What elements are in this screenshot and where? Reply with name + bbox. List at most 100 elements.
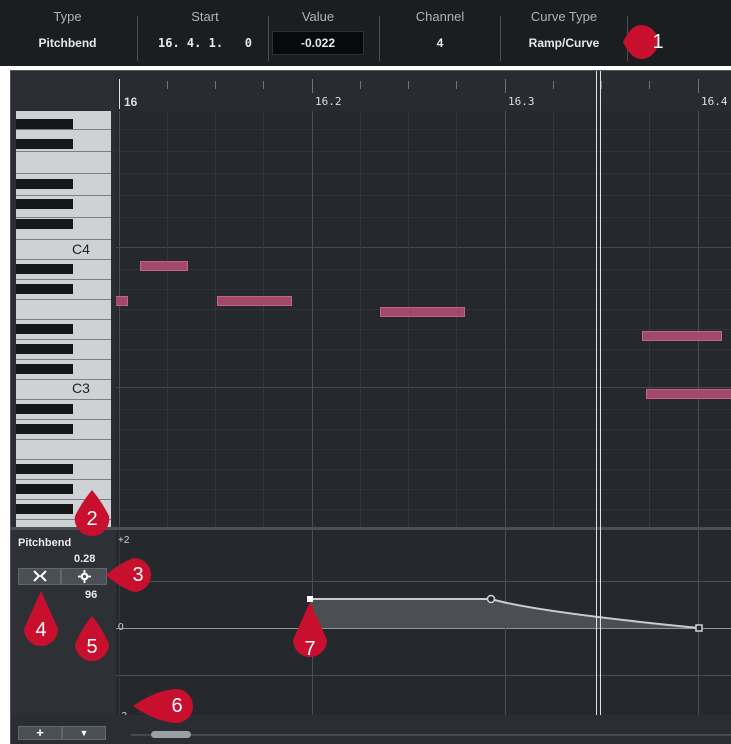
callout-6: 6 xyxy=(131,686,194,732)
white-key-border xyxy=(16,459,111,460)
grid-row-line xyxy=(116,195,731,196)
grid-column-line xyxy=(456,111,457,527)
white-key-border xyxy=(16,319,111,320)
grid-octave-line xyxy=(116,387,731,388)
callout-number: 4 xyxy=(35,619,47,641)
piano-keyboard[interactable]: C4 C3 xyxy=(16,111,111,541)
white-key-border xyxy=(16,259,111,260)
ruler-label-bar: 16 xyxy=(124,95,138,109)
grid-row-line xyxy=(116,469,731,470)
midi-note[interactable] xyxy=(642,331,722,341)
note-display[interactable] xyxy=(116,111,731,527)
white-key-border xyxy=(16,151,111,152)
black-key[interactable] xyxy=(16,119,73,129)
black-key[interactable] xyxy=(16,179,73,189)
ruler-tick xyxy=(456,81,457,89)
curve-handle[interactable] xyxy=(486,594,496,604)
midi-note[interactable] xyxy=(646,389,731,399)
controller-value: 0.28 xyxy=(74,553,96,565)
info-curve-type-value[interactable]: Ramp/Curve xyxy=(502,36,626,50)
collapse-arrows-icon[interactable] xyxy=(18,568,61,585)
info-curve-type-label: Curve Type xyxy=(530,9,598,24)
grid-row-line xyxy=(116,151,731,152)
grid-column-line xyxy=(505,111,506,527)
info-separator xyxy=(137,16,138,61)
info-curve-type: Curve Type Ramp/Curve xyxy=(502,0,626,66)
callout-number: 6 xyxy=(171,695,183,717)
black-key[interactable] xyxy=(16,504,73,514)
black-key[interactable] xyxy=(16,324,73,334)
lane-menu-button[interactable]: ▼ xyxy=(62,726,106,740)
info-type-value[interactable]: Pitchbend xyxy=(0,36,135,50)
add-lane-button[interactable]: + xyxy=(18,726,62,740)
ruler-tick xyxy=(408,81,409,89)
callout-4: 4 xyxy=(21,589,77,647)
grid-column-line xyxy=(312,111,313,527)
info-channel-value[interactable]: 4 xyxy=(381,36,499,50)
grid-row-line xyxy=(116,217,731,218)
white-key-border xyxy=(16,379,111,380)
callout-2: 2 xyxy=(72,488,128,537)
info-channel-label: Channel xyxy=(415,9,465,24)
key-label-c4: C4 xyxy=(72,241,90,257)
black-key[interactable] xyxy=(16,484,73,494)
black-key[interactable] xyxy=(16,344,73,354)
grid-column-line xyxy=(649,111,650,527)
grid-column-line xyxy=(698,111,699,527)
grid-column-line xyxy=(408,111,409,527)
black-key[interactable] xyxy=(16,424,73,434)
gear-icon[interactable] xyxy=(61,568,107,585)
horizontal-scrollbar[interactable] xyxy=(131,734,731,736)
grid-row-line xyxy=(116,289,731,290)
black-key[interactable] xyxy=(16,284,73,294)
info-start-label: Start xyxy=(191,9,219,24)
callout-1: 1 xyxy=(616,22,672,68)
info-value: Value -0.022 xyxy=(270,0,366,66)
ruler-tick xyxy=(601,81,602,89)
midi-note[interactable] xyxy=(217,296,292,306)
white-key-border xyxy=(16,279,111,280)
white-key-border xyxy=(16,195,111,196)
ruler-tick xyxy=(167,81,168,89)
white-key-border xyxy=(16,217,111,218)
ruler[interactable]: 16 16.2 16.3 16.4 xyxy=(116,71,731,111)
callout-number: 5 xyxy=(86,636,98,658)
black-key[interactable] xyxy=(16,264,73,274)
callout-number: 1 xyxy=(652,31,664,53)
white-key-border xyxy=(16,439,111,440)
controller-secondary-value: 96 xyxy=(85,589,98,601)
grid-column-line xyxy=(263,111,264,527)
grid-row-line xyxy=(116,449,731,450)
info-value-value[interactable]: -0.022 xyxy=(270,36,366,50)
white-key-border xyxy=(16,359,111,360)
info-separator xyxy=(379,16,380,61)
white-key-border xyxy=(16,419,111,420)
horizontal-scroll-thumb[interactable] xyxy=(151,731,191,738)
white-key-border xyxy=(16,299,111,300)
ruler-tick xyxy=(119,79,120,109)
black-key[interactable] xyxy=(16,219,73,229)
grid-row-line xyxy=(116,509,731,510)
grid-column-line xyxy=(553,111,554,527)
black-key[interactable] xyxy=(16,199,73,209)
info-type: Type Pitchbend xyxy=(0,0,135,66)
midi-note[interactable] xyxy=(140,261,188,271)
white-key-border xyxy=(16,239,111,240)
grid-row-line xyxy=(116,349,731,350)
grid-column-line xyxy=(167,111,168,527)
grid-octave-line xyxy=(116,247,731,248)
ruler-tick xyxy=(553,81,554,89)
ruler-tick xyxy=(215,81,216,89)
info-value-label: Value xyxy=(301,9,335,24)
midi-note[interactable] xyxy=(380,307,465,317)
info-start-value[interactable]: 16. 4. 1. 0 xyxy=(140,36,270,50)
grid-row-line xyxy=(116,409,731,410)
black-key[interactable] xyxy=(16,464,73,474)
midi-note[interactable] xyxy=(116,296,128,306)
black-key[interactable] xyxy=(16,364,73,374)
black-key[interactable] xyxy=(16,139,73,149)
project-cursor[interactable] xyxy=(596,71,601,727)
curve-point[interactable] xyxy=(695,624,703,632)
ruler-label: 16.2 xyxy=(315,95,342,108)
black-key[interactable] xyxy=(16,404,73,414)
